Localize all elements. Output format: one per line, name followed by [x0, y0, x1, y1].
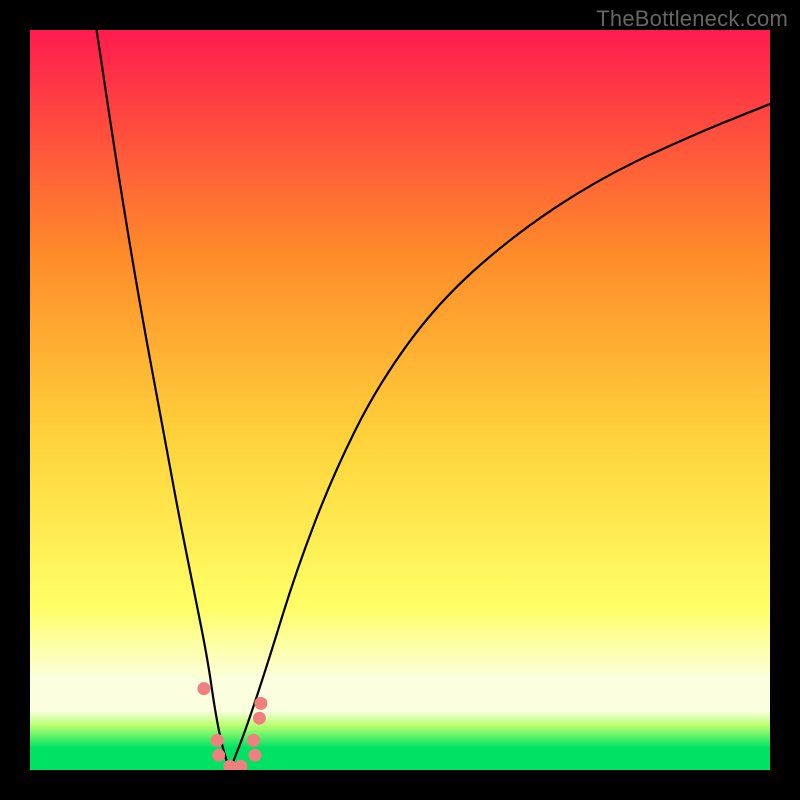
data-dot [247, 734, 260, 747]
data-dot [254, 697, 267, 710]
data-dot [248, 749, 261, 762]
data-dot [197, 682, 210, 695]
chart-svg [30, 30, 770, 770]
watermark-text: TheBottleneck.com [596, 6, 788, 32]
plot-area [30, 30, 770, 770]
data-dot [211, 734, 224, 747]
data-dot [253, 712, 266, 725]
data-dot [212, 749, 225, 762]
chart-frame: TheBottleneck.com [0, 0, 800, 800]
